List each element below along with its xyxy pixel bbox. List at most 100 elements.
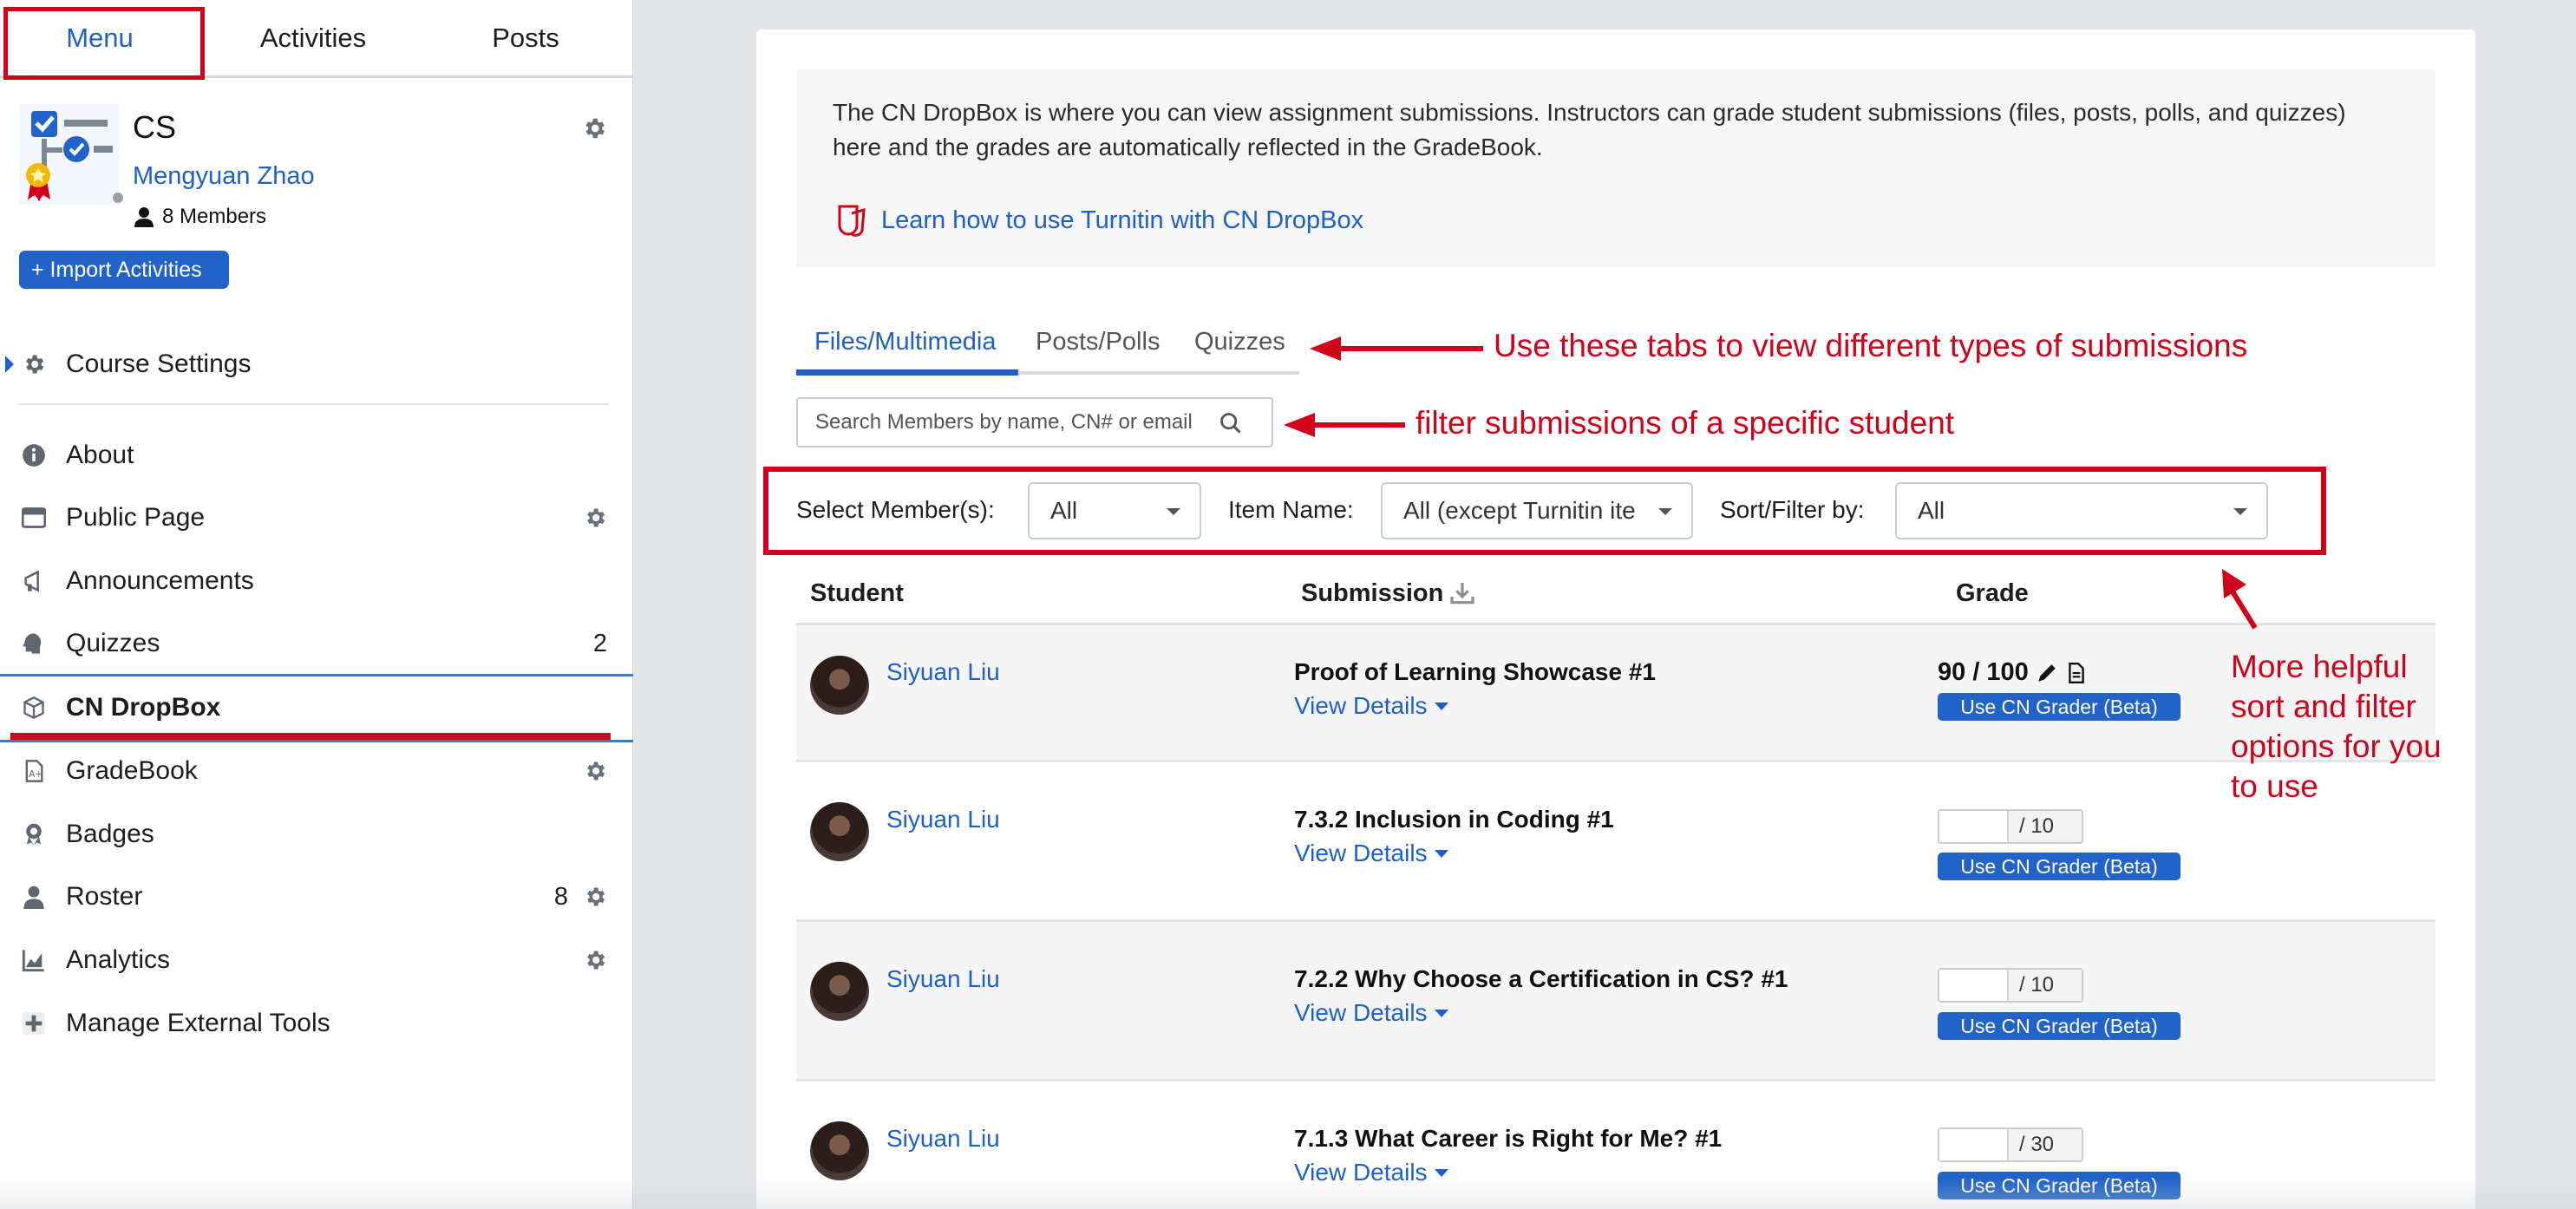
tab-quizzes[interactable]: Quizzes	[1194, 328, 1285, 356]
sidebar-item-quizzes[interactable]: Quizzes 2	[0, 612, 633, 675]
avatar[interactable]	[810, 1121, 869, 1180]
sidebar-item-gradebook[interactable]: A+ GradeBook	[0, 740, 633, 802]
pencil-icon[interactable]	[2036, 662, 2058, 684]
table-row: Siyuan Liu 7.2.2 Why Choose a Certificat…	[796, 922, 2435, 1082]
view-details-label: View Details	[1294, 1159, 1428, 1186]
sidebar-item-analytics[interactable]: Analytics	[0, 929, 633, 991]
sidebar-item-course-settings[interactable]: Course Settings	[0, 333, 633, 395]
view-details-link[interactable]: View Details	[1294, 692, 1448, 720]
sidebar-item-label: Manage External Tools	[66, 1009, 330, 1037]
download-icon[interactable]	[1448, 579, 1476, 607]
view-details-label: View Details	[1294, 999, 1428, 1026]
grade-input[interactable]: / 10	[1938, 968, 2083, 1003]
student-name-link[interactable]: Siyuan Liu	[886, 806, 1000, 833]
tab-files-multimedia[interactable]: Files/Multimedia	[814, 328, 997, 356]
use-cn-grader-button[interactable]: Use CN Grader (Beta)	[1938, 1012, 2180, 1040]
view-details-label: View Details	[1294, 840, 1428, 866]
sidebar-item-roster[interactable]: Roster 8	[0, 866, 633, 928]
status-dot	[113, 193, 123, 203]
turnitin-help-link[interactable]: Learn how to use Turnitin with CN DropBo…	[833, 201, 1363, 239]
item-filter-label: Item Name:	[1228, 496, 1354, 523]
avatar[interactable]	[810, 656, 869, 715]
gradebook-gear-icon[interactable]	[583, 759, 607, 783]
use-cn-grader-button[interactable]: Use CN Grader (Beta)	[1938, 693, 2180, 721]
grade-input[interactable]: / 30	[1938, 1127, 2083, 1162]
filter-annotation-line: sort and filter	[2231, 689, 2416, 724]
active-tab-indicator	[796, 369, 1018, 376]
roster-gear-icon[interactable]	[583, 885, 607, 909]
window-icon	[22, 507, 46, 528]
sidebar-item-public-page[interactable]: Public Page	[0, 487, 633, 549]
instructor-link[interactable]: Mengyuan Zhao	[133, 162, 315, 191]
filter-annotation-line: More helpful	[2231, 649, 2408, 684]
view-details-link[interactable]: View Details	[1294, 999, 1448, 1027]
course-logo-icon	[19, 104, 120, 205]
column-header-student[interactable]: Student	[810, 579, 904, 608]
filter-annotation-text: More helpful sort and filter options for…	[2231, 647, 2442, 807]
plus-icon	[23, 1012, 45, 1035]
sidebar-item-label: Public Page	[66, 503, 206, 532]
member-search[interactable]	[796, 397, 1273, 448]
member-filter-label: Select Member(s):	[796, 496, 995, 523]
sort-select[interactable]: All	[1895, 482, 2268, 539]
filter-annotation-line: options for you	[2231, 729, 2442, 764]
sidebar-item-about[interactable]: About	[0, 424, 633, 487]
expand-caret-icon	[5, 356, 14, 373]
grade-field[interactable]	[1939, 970, 2009, 1001]
submission-item-name: Proof of Learning Showcase #1	[1294, 658, 1656, 685]
search-input[interactable]	[815, 399, 1214, 446]
column-header-submission[interactable]: Submission	[1301, 579, 1443, 608]
student-name-link[interactable]: Siyuan Liu	[886, 965, 1000, 993]
student-name-link[interactable]: Siyuan Liu	[886, 658, 1000, 686]
sort-filter-label: Sort/Filter by:	[1720, 496, 1865, 523]
avatar[interactable]	[810, 802, 869, 861]
document-icon[interactable]	[2065, 662, 2088, 684]
sidebar-item-cn-dropbox[interactable]: CN DropBox	[0, 676, 633, 739]
student-name-link[interactable]: Siyuan Liu	[886, 1125, 1000, 1153]
grade-input[interactable]: / 10	[1938, 809, 2083, 844]
view-details-link[interactable]: View Details	[1294, 1159, 1448, 1186]
turnitin-link-text[interactable]: Learn how to use Turnitin with CN DropBo…	[881, 206, 1363, 235]
public-page-gear-icon[interactable]	[583, 506, 607, 530]
gradebook-icon: A+	[25, 760, 43, 782]
chevron-down-icon	[2233, 508, 2247, 515]
sidebar-item-manage-external-tools[interactable]: Manage External Tools	[0, 992, 633, 1055]
grade-max: / 30	[2009, 1129, 2082, 1160]
menu-tab-annotation-box	[3, 7, 205, 80]
member-count-label: 8 Members	[162, 205, 267, 228]
sidebar-item-announcements[interactable]: Announcements	[0, 550, 633, 612]
tabs-annotation-text: Use these tabs to view different types o…	[1494, 328, 2248, 363]
person-icon	[23, 886, 44, 909]
tab-posts-polls[interactable]: Posts/Polls	[1036, 328, 1160, 356]
member-select[interactable]: All	[1028, 482, 1201, 539]
info-icon	[23, 444, 45, 467]
grade-field[interactable]	[1939, 811, 2009, 842]
grade-field[interactable]	[1939, 1129, 2009, 1160]
column-header-grade[interactable]: Grade	[1956, 579, 2029, 608]
submission-item-name: 7.2.2 Why Choose a Certification in CS? …	[1294, 965, 1788, 992]
avatar[interactable]	[810, 962, 869, 1021]
sidebar-item-label: About	[66, 441, 134, 469]
svg-text:A+: A+	[29, 769, 42, 780]
turnitin-icon	[838, 205, 866, 237]
sidebar-item-label: Analytics	[66, 945, 171, 974]
submission-item-name: 7.3.2 Inclusion in Coding #1	[1294, 806, 1614, 833]
tab-posts[interactable]: Posts	[425, 0, 626, 76]
chevron-down-icon	[1658, 508, 1672, 515]
tab-activities[interactable]: Activities	[208, 0, 418, 76]
search-icon[interactable]	[1219, 411, 1243, 435]
import-activities-button[interactable]: + Import Activities	[19, 251, 229, 289]
table-row: Siyuan Liu Proof of Learning Showcase #1…	[796, 625, 2435, 762]
use-cn-grader-button[interactable]: Use CN Grader (Beta)	[1938, 853, 2180, 880]
search-annotation-text: filter submissions of a specific student	[1415, 405, 1955, 441]
course-name: CS	[133, 109, 177, 145]
course-settings-gear-icon[interactable]	[581, 115, 607, 141]
item-select[interactable]: All (except Turnitin ite	[1381, 482, 1693, 539]
sidebar: Menu Activities Posts CS Mengyuan Zhao 8…	[0, 0, 633, 1209]
search-annotation-arrow	[1284, 413, 1405, 437]
submission-item-name: 7.1.3 What Career is Right for Me? #1	[1294, 1125, 1723, 1152]
sidebar-item-badges[interactable]: Badges	[0, 803, 633, 866]
use-cn-grader-button[interactable]: Use CN Grader (Beta)	[1938, 1172, 2180, 1199]
analytics-gear-icon[interactable]	[583, 948, 607, 972]
view-details-link[interactable]: View Details	[1294, 840, 1448, 867]
